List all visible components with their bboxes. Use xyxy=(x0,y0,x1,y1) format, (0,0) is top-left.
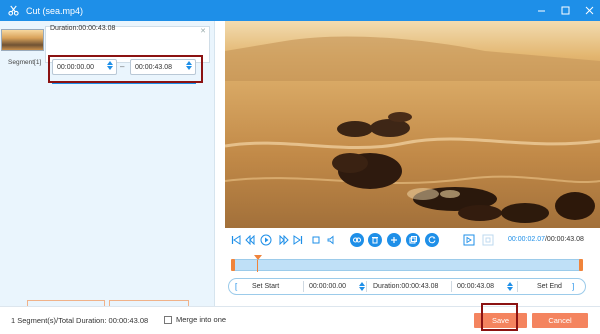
mute-icon[interactable] xyxy=(325,233,339,247)
set-end-time-field[interactable]: 00:00:43.08 xyxy=(457,279,513,294)
maximize-button[interactable] xyxy=(558,4,572,18)
start-bracket-icon: [ xyxy=(235,282,238,291)
playhead[interactable] xyxy=(253,255,262,272)
rewind-icon[interactable] xyxy=(243,233,257,247)
go-to-end-icon[interactable] xyxy=(481,233,495,247)
merge-label: Merge into one xyxy=(176,315,227,324)
highlight-box xyxy=(48,55,203,83)
set-start-stepper[interactable] xyxy=(359,282,365,291)
segment-duration: Duration:00:00:43.08 xyxy=(50,25,116,32)
loop-icon[interactable] xyxy=(350,233,364,247)
segment-panel: Segment[1] ✕ Duration:00:00:43.08 00:00:… xyxy=(0,21,215,318)
timeline-end-handle[interactable] xyxy=(579,259,583,271)
minimize-button[interactable] xyxy=(534,4,548,18)
current-time: 00:00:02.07 xyxy=(508,236,545,243)
merge-into-one-option[interactable]: Merge into one xyxy=(164,315,226,324)
segment-thumbnail[interactable] xyxy=(1,29,44,51)
playback-controls: 00:00:02.07/00:00:43.08 xyxy=(225,233,600,251)
copy-icon[interactable] xyxy=(406,233,420,247)
title-bar: Cut (sea.mp4) xyxy=(0,0,600,21)
skip-to-start-icon[interactable] xyxy=(229,233,243,247)
timeline-start-handle[interactable] xyxy=(231,259,235,271)
video-frame xyxy=(225,21,600,228)
window-title: Cut (sea.mp4) xyxy=(26,5,84,16)
set-duration: Duration:00:00:43.08 xyxy=(373,283,439,290)
stepper-down-icon[interactable] xyxy=(507,287,513,291)
set-range-bar: [ Set Start 00:00:00.00 Duration:00:00:4… xyxy=(228,278,586,295)
total-time: /00:00:43.08 xyxy=(544,236,584,243)
add-icon[interactable] xyxy=(387,233,401,247)
scissors-icon xyxy=(6,4,20,18)
reset-icon[interactable] xyxy=(425,233,439,247)
timeline-track[interactable] xyxy=(231,259,583,271)
set-start-time-field[interactable]: 00:00:00.00 xyxy=(309,279,365,294)
segment-close-icon[interactable]: ✕ xyxy=(200,27,206,35)
set-start-time-value: 00:00:00.00 xyxy=(309,283,346,290)
segment-summary: 1 Segment(s)/Total Duration: 00:00:43.08 xyxy=(11,316,149,325)
set-end-time-value: 00:00:43.08 xyxy=(457,283,494,290)
play-icon[interactable] xyxy=(259,233,273,247)
highlight-box xyxy=(481,303,518,331)
cancel-button[interactable]: Cancel xyxy=(532,313,588,328)
time-readout: 00:00:02.07/00:00:43.08 xyxy=(508,236,584,243)
video-preview xyxy=(225,21,600,228)
segment-label: Segment[1] xyxy=(8,59,42,66)
merge-checkbox[interactable] xyxy=(164,315,172,324)
stop-icon[interactable] xyxy=(309,233,323,247)
skip-to-end-icon[interactable] xyxy=(291,233,305,247)
stepper-up-icon[interactable] xyxy=(507,282,513,286)
delete-icon[interactable] xyxy=(368,233,382,247)
stepper-up-icon[interactable] xyxy=(359,282,365,286)
go-to-start-icon[interactable] xyxy=(462,233,476,247)
stepper-down-icon[interactable] xyxy=(359,287,365,291)
close-button[interactable] xyxy=(582,4,596,18)
fast-forward-icon[interactable] xyxy=(277,233,291,247)
set-end-button[interactable]: Set End xyxy=(537,279,562,294)
end-bracket-icon: ] xyxy=(572,282,575,291)
set-start-button[interactable]: Set Start xyxy=(252,279,279,294)
set-end-stepper[interactable] xyxy=(507,282,513,291)
